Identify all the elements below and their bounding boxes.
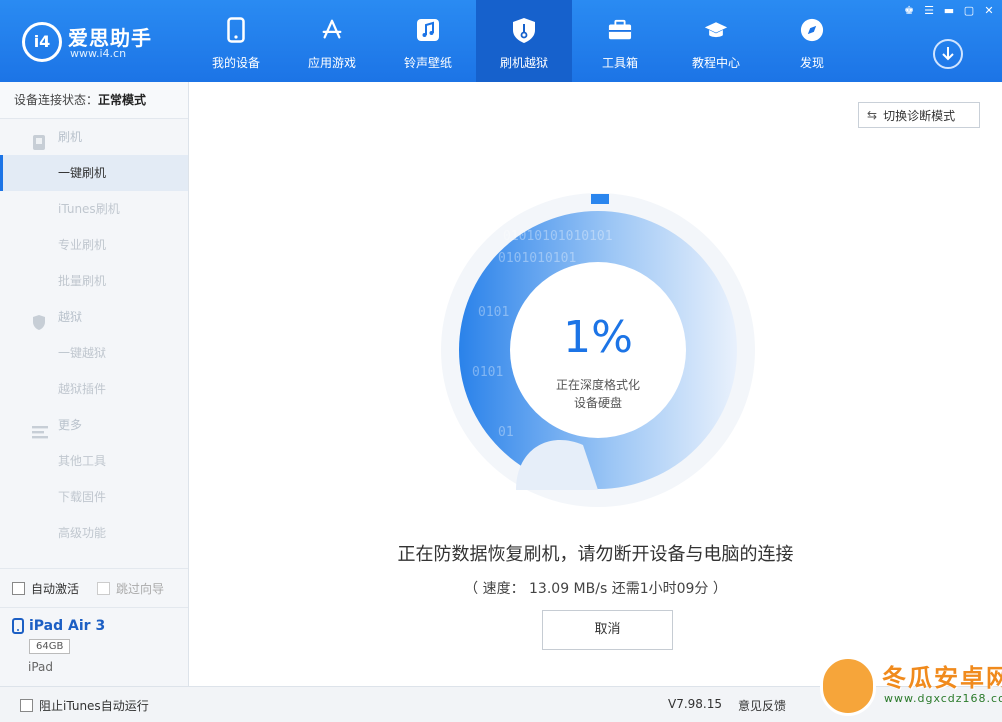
cancel-button[interactable]: 取消 xyxy=(542,610,673,650)
progress-status: 正在深度格式化 设备硬盘 xyxy=(438,376,758,412)
sidebar-section-more[interactable]: 更多 xyxy=(0,407,188,443)
close-icon[interactable]: ✕ xyxy=(980,4,998,18)
device-info[interactable]: iPad Air 3 64GB iPad xyxy=(0,610,188,686)
app-url: www.i4.cn xyxy=(70,47,127,60)
top-bar: i4 爱思助手 www.i4.cn 我的设备 应用游戏 铃声壁纸 刷机越狱 工具… xyxy=(0,0,1002,82)
sidebar-item-one-click-flash[interactable]: 一键刷机 xyxy=(0,155,188,191)
connection-status-value: 正常模式 xyxy=(98,93,147,107)
progress-status-line1: 正在深度格式化 xyxy=(555,378,640,392)
app-store-icon xyxy=(320,16,344,44)
sidebar: 设备连接状态：正常模式 刷机 一键刷机 iTunes刷机 专业刷机 批量刷机 越… xyxy=(0,82,189,686)
sidebar-section-label: 刷机 xyxy=(58,130,83,144)
progress-percent: 1% xyxy=(563,312,633,363)
sidebar-section-jailbreak[interactable]: 越狱 xyxy=(0,299,188,335)
block-itunes-checkbox[interactable] xyxy=(20,699,33,712)
sidebar-item-one-click-jailbreak[interactable]: 一键越狱 xyxy=(0,335,188,371)
auto-activate-checkbox[interactable] xyxy=(12,581,25,595)
flash-icon xyxy=(32,129,48,150)
nav-my-device[interactable]: 我的设备 xyxy=(188,0,284,82)
main-panel: ⇆ 切换诊断模式 01010101010101 0101010101 0101 … xyxy=(189,82,1002,686)
nav-flash-jailbreak[interactable]: 刷机越狱 xyxy=(476,0,572,82)
skip-guide-label: 跳过向导 xyxy=(116,581,165,596)
nav-label: 应用游戏 xyxy=(307,56,356,70)
device-storage-badge: 64GB xyxy=(29,639,71,654)
sidebar-item-batch-flash[interactable]: 批量刷机 xyxy=(0,263,188,299)
device-name: iPad Air 3 xyxy=(12,618,105,634)
nav-tutorials[interactable]: 教程中心 xyxy=(668,0,764,82)
connection-status: 设备连接状态：正常模式 xyxy=(0,82,188,119)
sidebar-section-label: 更多 xyxy=(58,418,83,432)
switch-diagnose-mode-button[interactable]: ⇆ 切换诊断模式 xyxy=(858,102,980,128)
nav-label: 刷机越狱 xyxy=(499,56,548,70)
svg-text:0101010101: 0101010101 xyxy=(498,251,576,266)
app-version: V7.98.15 xyxy=(668,697,723,711)
menu-icon xyxy=(32,417,48,439)
device-type: iPad xyxy=(28,660,54,674)
sidebar-item-itunes-flash[interactable]: iTunes刷机 xyxy=(0,191,188,227)
auto-activate-label: 自动激活 xyxy=(31,581,80,596)
phone-icon xyxy=(224,16,248,44)
sidebar-item-jailbreak-plugins[interactable]: 越狱插件 xyxy=(0,371,188,407)
auto-activate-option[interactable]: 自动激活 xyxy=(12,580,79,597)
watermark: 冬瓜安卓网 www.dgxcdz168.com xyxy=(818,652,1002,720)
menu-icon[interactable]: ☰ xyxy=(920,4,938,18)
logo-mark-icon: i4 xyxy=(22,22,62,62)
skin-icon[interactable]: ♚ xyxy=(900,4,918,18)
progress-ring: 01010101010101 0101010101 0101 0101 01 1… xyxy=(438,190,758,510)
graduation-cap-icon xyxy=(704,16,728,44)
sidebar-options: 自动激活 跳过向导 xyxy=(0,568,188,608)
sidebar-item-pro-flash[interactable]: 专业刷机 xyxy=(0,227,188,263)
main-nav: 我的设备 应用游戏 铃声壁纸 刷机越狱 工具箱 教程中心 发现 xyxy=(188,0,860,82)
app-logo[interactable]: i4 爱思助手 www.i4.cn xyxy=(22,20,162,62)
switch-diagnose-mode-label: 切换诊断模式 xyxy=(883,108,956,123)
speed-eta: （ 速度： 13.09 MB/s 还需1小时09分 ） xyxy=(464,581,727,597)
connection-status-label: 设备连接状态： xyxy=(14,93,99,107)
svg-text:01: 01 xyxy=(498,425,514,440)
maximize-icon[interactable]: ▢ xyxy=(960,4,978,18)
shield-icon xyxy=(32,309,48,330)
svg-text:01010101010101: 01010101010101 xyxy=(503,229,613,244)
flash-warning-message: 正在防数据恢复刷机，请勿断开设备与电脑的连接 xyxy=(397,544,794,565)
download-button[interactable] xyxy=(933,39,963,69)
watermark-url: www.dgxcdz168.com xyxy=(884,692,1002,705)
nav-ringtones[interactable]: 铃声壁纸 xyxy=(380,0,476,82)
compass-icon xyxy=(800,16,824,44)
tablet-icon xyxy=(12,618,24,634)
download-arrow-icon xyxy=(942,47,954,61)
shield-icon xyxy=(512,16,536,44)
sidebar-section-flash[interactable]: 刷机 xyxy=(0,119,188,155)
minimize-icon[interactable]: ▬ xyxy=(940,4,958,18)
nav-label: 工具箱 xyxy=(601,56,638,70)
skip-guide-checkbox[interactable] xyxy=(97,581,111,595)
sidebar-item-other-tools[interactable]: 其他工具 xyxy=(0,443,188,479)
feedback-link[interactable]: 意见反馈 xyxy=(738,697,786,714)
nav-label: 铃声壁纸 xyxy=(403,56,452,70)
device-name-text: iPad Air 3 xyxy=(29,618,106,634)
progress-status-line2: 设备硬盘 xyxy=(573,396,622,410)
block-itunes-option[interactable]: 阻止iTunes自动运行 xyxy=(20,697,149,714)
nav-apps-games[interactable]: 应用游戏 xyxy=(284,0,380,82)
block-itunes-label: 阻止iTunes自动运行 xyxy=(39,699,149,713)
nav-discover[interactable]: 发现 xyxy=(764,0,860,82)
nav-label: 我的设备 xyxy=(211,56,260,70)
sidebar-item-download-firmware[interactable]: 下载固件 xyxy=(0,479,188,515)
sidebar-section-label: 越狱 xyxy=(58,310,83,324)
nav-label: 发现 xyxy=(799,56,824,70)
toolbox-icon xyxy=(608,16,632,44)
sidebar-item-advanced[interactable]: 高级功能 xyxy=(0,515,188,551)
music-icon xyxy=(416,16,440,44)
window-controls: ♚ ☰ ▬ ▢ ✕ xyxy=(900,4,998,18)
watermark-title: 冬瓜安卓网 xyxy=(882,664,1002,692)
nav-label: 教程中心 xyxy=(691,56,740,70)
skip-guide-option[interactable]: 跳过向导 xyxy=(97,580,164,597)
nav-toolbox[interactable]: 工具箱 xyxy=(572,0,668,82)
watermark-logo-icon xyxy=(820,656,876,716)
swap-arrows-icon: ⇆ xyxy=(867,108,878,122)
